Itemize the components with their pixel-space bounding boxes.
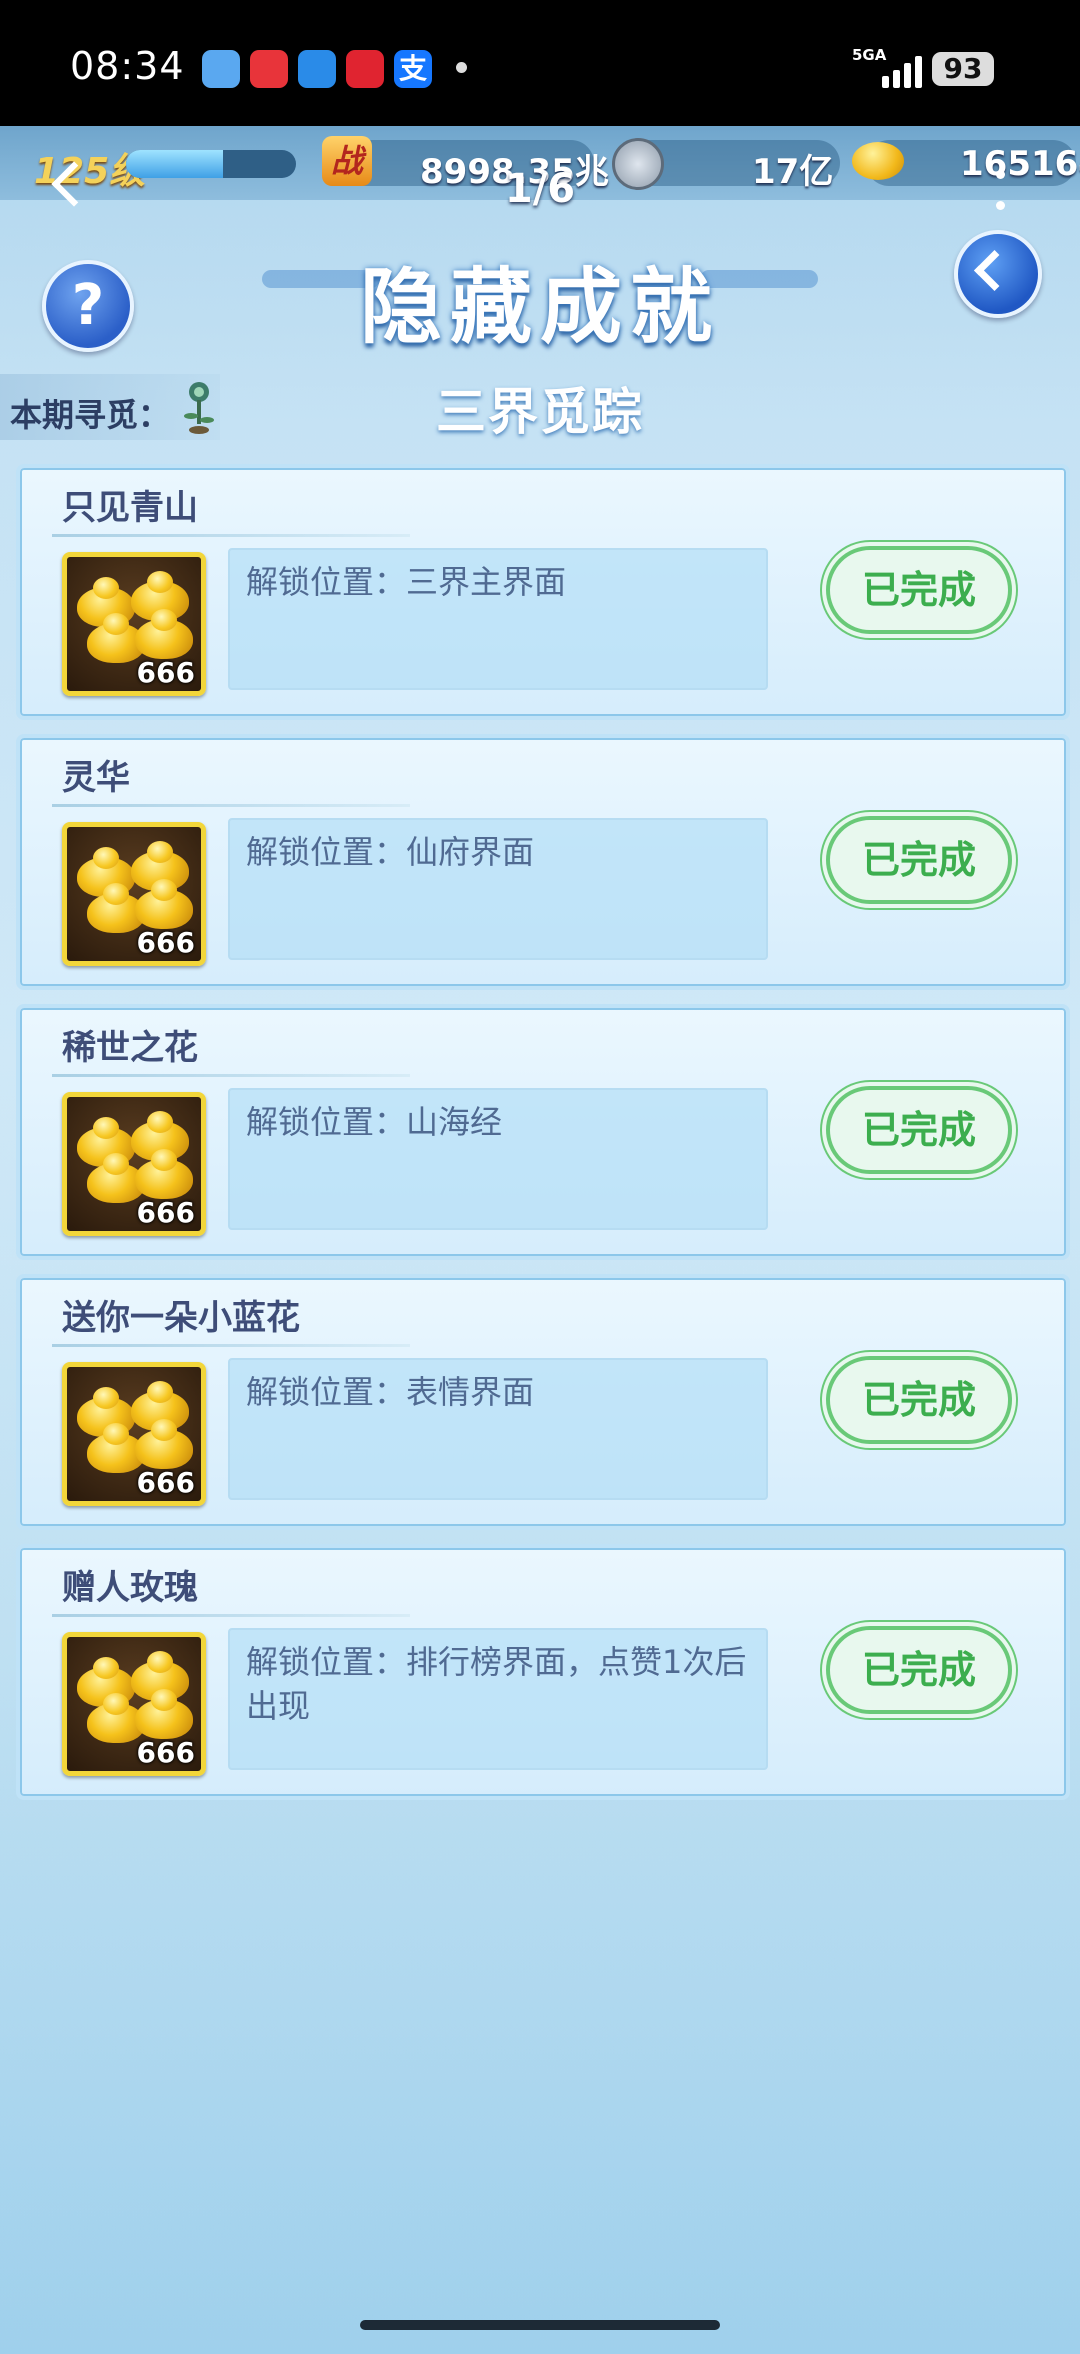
power-icon: 战 xyxy=(322,136,372,186)
reward-count: 666 xyxy=(136,656,195,689)
xiaohongshu-app-icon xyxy=(250,50,288,88)
alipay-app-icon: 支 xyxy=(394,50,432,88)
completed-button[interactable]: 已完成 xyxy=(826,1086,1012,1174)
completed-button[interactable]: 已完成 xyxy=(826,1626,1012,1714)
unlock-description-box: 解锁位置：排行榜界面，点赞1次后出现 xyxy=(228,1628,768,1770)
completed-button[interactable]: 已完成 xyxy=(826,546,1012,634)
completed-button[interactable]: 已完成 xyxy=(826,1356,1012,1444)
name-underline xyxy=(52,534,410,537)
achievement-card: 送你一朵小蓝花 666 解锁位置：表情界面 已完成 xyxy=(16,1274,1070,1530)
name-underline xyxy=(52,1074,410,1077)
page-indicator: 1/6 xyxy=(504,166,576,212)
unlock-location-text: 解锁位置：仙府界面 xyxy=(246,833,535,871)
reward-gold-ingots[interactable]: 666 xyxy=(62,1362,206,1506)
unicom-app-icon xyxy=(346,50,384,88)
reward-gold-ingots[interactable]: 666 xyxy=(62,1092,206,1236)
weather-app-icon xyxy=(202,50,240,88)
browser-app-icon xyxy=(298,50,336,88)
achievement-name: 只见青山 xyxy=(62,488,198,528)
gold-ingot-icon xyxy=(852,142,904,180)
notification-dot-icon xyxy=(456,62,467,73)
page-title: 隐藏成就 xyxy=(359,260,720,355)
achievement-card: 灵华 666 解锁位置：仙府界面 已完成 xyxy=(16,734,1070,990)
unlock-location-text: 解锁位置：排行榜界面，点赞1次后出现 xyxy=(246,1643,747,1725)
unlock-location-text: 解锁位置：表情界面 xyxy=(246,1373,535,1411)
coins-value: 17亿 xyxy=(752,152,834,192)
level-progress-fill xyxy=(126,150,223,178)
status-bar: 08:34 支 5GA 93 xyxy=(0,0,1080,126)
unlock-description-box: 解锁位置：表情界面 xyxy=(228,1358,768,1500)
name-underline xyxy=(52,1614,410,1617)
home-indicator[interactable] xyxy=(360,2320,720,2330)
achievement-name: 送你一朵小蓝花 xyxy=(62,1298,300,1338)
clock: 08:34 xyxy=(70,44,185,88)
plant-sprite-icon xyxy=(184,382,214,434)
achievement-name: 灵华 xyxy=(62,758,130,798)
name-underline xyxy=(52,1344,410,1347)
achievement-card: 只见青山 666 解锁位置：三界主界面 已完成 xyxy=(16,464,1070,720)
completed-button[interactable]: 已完成 xyxy=(826,816,1012,904)
unlock-location-text: 解锁位置：山海经 xyxy=(246,1103,503,1141)
achievement-name: 稀世之花 xyxy=(62,1028,198,1068)
reward-count: 666 xyxy=(136,926,195,959)
signal-icon xyxy=(882,56,922,88)
reward-gold-ingots[interactable]: 666 xyxy=(62,1632,206,1776)
unlock-location-text: 解锁位置：三界主界面 xyxy=(246,563,567,601)
unlock-description-box: 解锁位置：仙府界面 xyxy=(228,818,768,960)
reward-gold-ingots[interactable]: 666 xyxy=(62,552,206,696)
level-progress-bar xyxy=(126,150,296,178)
achievement-name: 赠人玫瑰 xyxy=(62,1568,198,1608)
more-options-icon[interactable] xyxy=(996,170,1005,232)
reward-count: 666 xyxy=(136,1466,195,1499)
reward-count: 666 xyxy=(136,1196,195,1229)
achievement-card: 赠人玫瑰 666 解锁位置：排行榜界面，点赞1次后出现 已完成 xyxy=(16,1544,1070,1800)
battery-indicator: 93 xyxy=(932,52,994,86)
reward-gold-ingots[interactable]: 666 xyxy=(62,822,206,966)
achievement-card: 稀世之花 666 解锁位置：山海经 已完成 xyxy=(16,1004,1070,1260)
unlock-description-box: 解锁位置：山海经 xyxy=(228,1088,768,1230)
help-button[interactable]: ? xyxy=(42,260,134,352)
copper-coin-icon xyxy=(612,138,664,190)
unlock-description-box: 解锁位置：三界主界面 xyxy=(228,548,768,690)
gold-value: 165164 xyxy=(960,144,1080,184)
name-underline xyxy=(52,804,410,807)
reward-count: 666 xyxy=(136,1736,195,1769)
section-subtitle: 三界觅踪 xyxy=(436,383,644,441)
season-label: 本期寻觅： xyxy=(10,396,171,434)
